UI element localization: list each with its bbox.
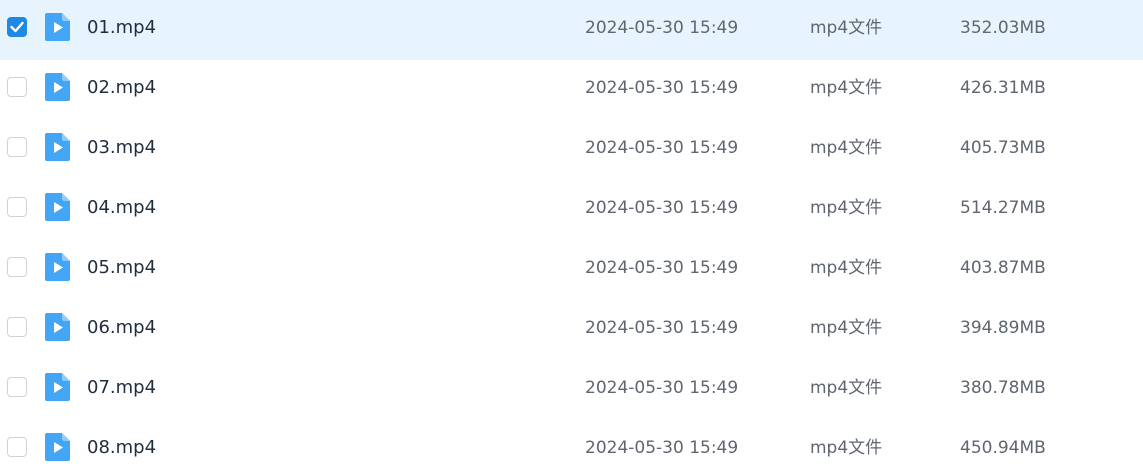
file-type: mp4文件	[810, 378, 883, 398]
file-list: 01.mp4 2024-05-30 15:49 mp4文件 352.03MB 0…	[0, 0, 1143, 470]
file-size: 426.31MB	[960, 78, 1046, 98]
file-name[interactable]: 02.mp4	[87, 76, 156, 100]
file-row[interactable]: 01.mp4 2024-05-30 15:49 mp4文件 352.03MB	[0, 0, 1143, 60]
file-row[interactable]: 06.mp4 2024-05-30 15:49 mp4文件 394.89MB	[0, 300, 1143, 360]
file-type: mp4文件	[810, 438, 883, 458]
file-size: 514.27MB	[960, 198, 1046, 218]
file-type: mp4文件	[810, 318, 883, 338]
file-row[interactable]: 08.mp4 2024-05-30 15:49 mp4文件 450.94MB	[0, 420, 1143, 470]
file-row[interactable]: 04.mp4 2024-05-30 15:49 mp4文件 514.27MB	[0, 180, 1143, 240]
file-name[interactable]: 04.mp4	[87, 196, 156, 220]
video-file-icon	[45, 73, 70, 101]
file-size: 405.73MB	[960, 138, 1046, 158]
file-size: 450.94MB	[960, 438, 1046, 458]
file-row[interactable]: 03.mp4 2024-05-30 15:49 mp4文件 405.73MB	[0, 120, 1143, 180]
file-size: 380.78MB	[960, 378, 1046, 398]
file-row[interactable]: 05.mp4 2024-05-30 15:49 mp4文件 403.87MB	[0, 240, 1143, 300]
row-checkbox[interactable]	[7, 137, 27, 157]
row-checkbox[interactable]	[7, 77, 27, 97]
file-size: 394.89MB	[960, 318, 1046, 338]
file-modified-date: 2024-05-30 15:49	[585, 318, 739, 338]
file-size: 403.87MB	[960, 258, 1046, 278]
file-name[interactable]: 08.mp4	[87, 436, 156, 460]
file-size: 352.03MB	[960, 18, 1046, 38]
file-name[interactable]: 01.mp4	[87, 16, 156, 40]
video-file-icon	[45, 433, 70, 461]
file-modified-date: 2024-05-30 15:49	[585, 198, 739, 218]
checkmark-icon	[10, 21, 24, 33]
file-modified-date: 2024-05-30 15:49	[585, 138, 739, 158]
file-type: mp4文件	[810, 78, 883, 98]
file-row[interactable]: 07.mp4 2024-05-30 15:49 mp4文件 380.78MB	[0, 360, 1143, 420]
video-file-icon	[45, 253, 70, 281]
video-file-icon	[45, 193, 70, 221]
file-name[interactable]: 06.mp4	[87, 316, 156, 340]
file-type: mp4文件	[810, 18, 883, 38]
file-type: mp4文件	[810, 258, 883, 278]
row-checkbox[interactable]	[7, 17, 27, 37]
row-checkbox[interactable]	[7, 437, 27, 457]
file-modified-date: 2024-05-30 15:49	[585, 18, 739, 38]
row-checkbox[interactable]	[7, 257, 27, 277]
row-checkbox[interactable]	[7, 377, 27, 397]
row-checkbox[interactable]	[7, 317, 27, 337]
file-type: mp4文件	[810, 138, 883, 158]
file-name[interactable]: 05.mp4	[87, 256, 156, 280]
video-file-icon	[45, 133, 70, 161]
file-name[interactable]: 03.mp4	[87, 136, 156, 160]
file-type: mp4文件	[810, 198, 883, 218]
file-row[interactable]: 02.mp4 2024-05-30 15:49 mp4文件 426.31MB	[0, 60, 1143, 120]
file-modified-date: 2024-05-30 15:49	[585, 378, 739, 398]
file-modified-date: 2024-05-30 15:49	[585, 78, 739, 98]
video-file-icon	[45, 13, 70, 41]
row-checkbox[interactable]	[7, 197, 27, 217]
video-file-icon	[45, 313, 70, 341]
file-name[interactable]: 07.mp4	[87, 376, 156, 400]
video-file-icon	[45, 373, 70, 401]
file-modified-date: 2024-05-30 15:49	[585, 438, 739, 458]
file-modified-date: 2024-05-30 15:49	[585, 258, 739, 278]
